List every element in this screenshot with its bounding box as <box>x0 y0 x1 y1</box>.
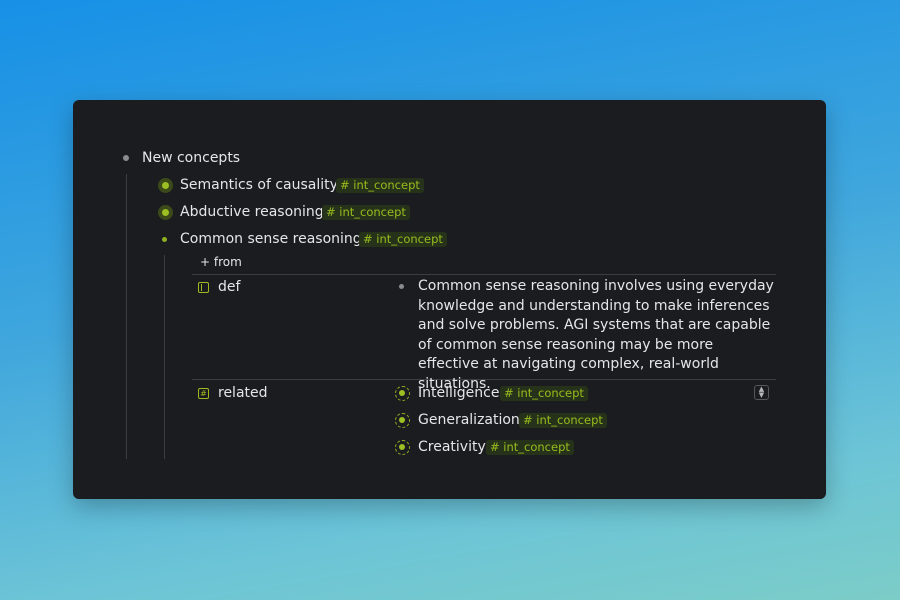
tag-int-concept[interactable]: # int_concept <box>336 178 424 193</box>
related-item-creativity[interactable]: Creativity <box>418 437 486 457</box>
bullet-icon[interactable] <box>123 155 129 161</box>
tag-int-concept[interactable]: # int_concept <box>359 232 447 247</box>
node-label-common-sense-reasoning[interactable]: Common sense reasoning <box>180 229 362 249</box>
expanded-node-bullet-icon[interactable] <box>162 237 167 242</box>
reference-node-bullet-icon[interactable] <box>395 386 410 401</box>
tag-node-bullet-icon[interactable] <box>158 205 173 220</box>
node-label-semantics-of-causality[interactable]: Semantics of causality <box>180 175 338 195</box>
node-label-abductive-reasoning[interactable]: Abductive reasoning <box>180 202 324 222</box>
node-label-new-concepts[interactable]: New concepts <box>142 148 240 168</box>
chevron-up-down-icon[interactable]: ▲ ▼ <box>754 385 769 400</box>
field-name-related[interactable]: related <box>218 383 268 403</box>
outline-panel: New concepts Semantics of causality # in… <box>73 100 826 499</box>
tag-int-concept[interactable]: # int_concept <box>322 205 410 220</box>
field-name-def[interactable]: def <box>218 277 240 297</box>
reference-node-bullet-icon[interactable] <box>395 413 410 428</box>
related-item-generalization[interactable]: Generalization <box>418 410 520 430</box>
tag-node-bullet-icon[interactable] <box>158 178 173 193</box>
indent-guide <box>164 255 165 459</box>
hash-field-icon: # <box>198 388 209 399</box>
field-divider <box>192 274 776 275</box>
indent-guide <box>126 174 127 459</box>
bullet-icon[interactable] <box>399 284 404 289</box>
tag-int-concept[interactable]: # int_concept <box>519 413 607 428</box>
tag-int-concept[interactable]: # int_concept <box>486 440 574 455</box>
definition-field-icon <box>198 282 209 293</box>
reference-node-bullet-icon[interactable] <box>395 440 410 455</box>
tag-int-concept[interactable]: # int_concept <box>500 386 588 401</box>
add-from-button[interactable]: + from <box>200 254 242 270</box>
related-item-intelligence[interactable]: Intelligence <box>418 383 499 403</box>
definition-text[interactable]: Common sense reasoning involves using ev… <box>418 277 778 395</box>
